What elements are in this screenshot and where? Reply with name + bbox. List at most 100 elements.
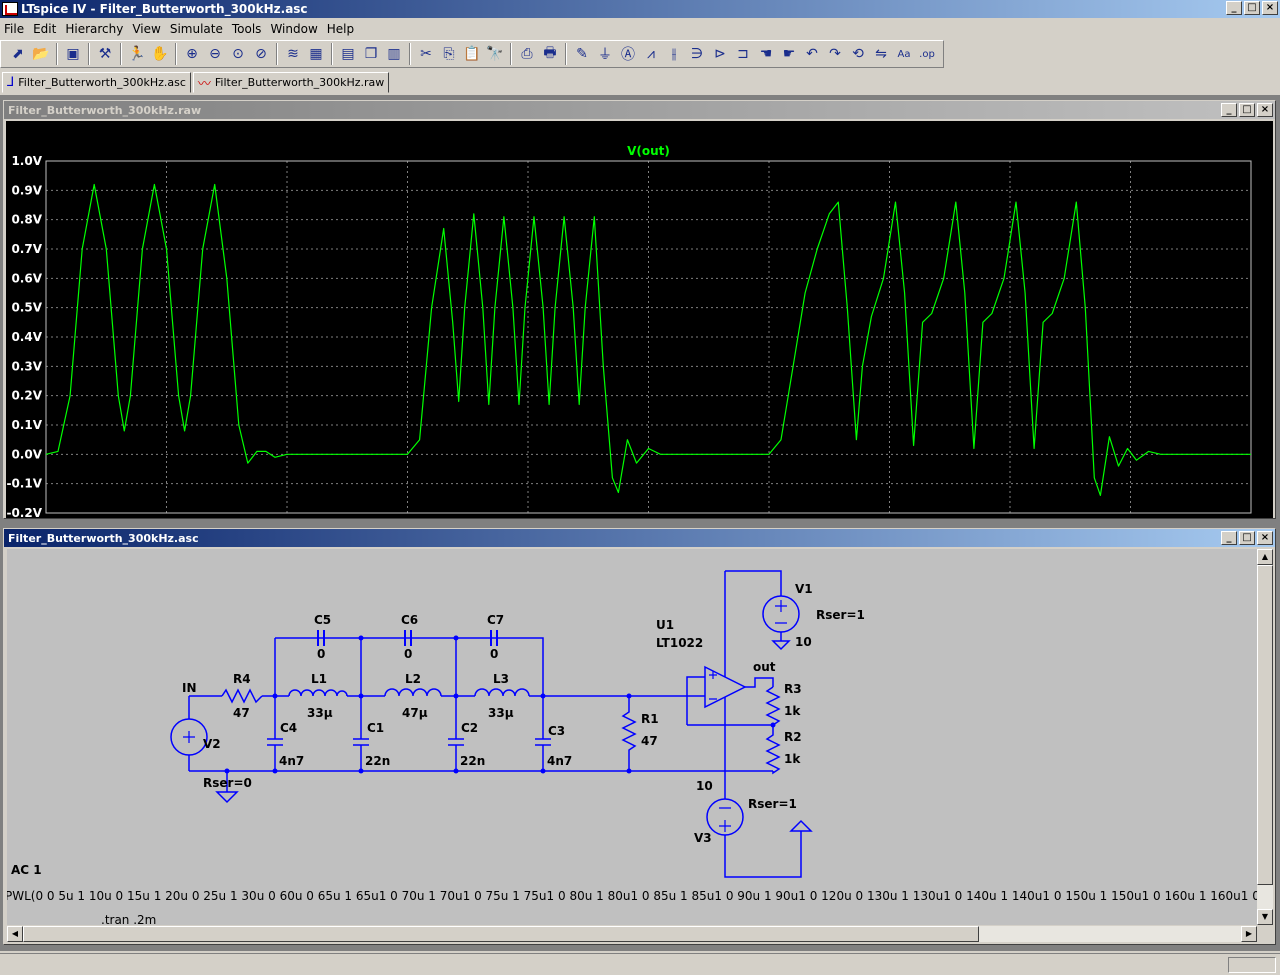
menu-view[interactable]: View [132, 22, 160, 36]
label-c3: C3 [548, 724, 565, 738]
ground-icon[interactable]: ⏚ [594, 43, 616, 65]
tile-vertical-icon[interactable]: ▥ [383, 43, 405, 65]
schematic-maximize-button[interactable]: □ [1239, 531, 1255, 545]
zoom-in-icon[interactable]: ⊕ [181, 43, 203, 65]
zoom-cancel-icon[interactable]: ⊘ [250, 43, 272, 65]
app-maximize-button[interactable]: □ [1244, 1, 1260, 15]
cut-icon[interactable]: ✂ [415, 43, 437, 65]
r4-resistor-symbol[interactable] [221, 688, 263, 704]
y-tick-label: 1.0V [11, 154, 42, 168]
r1-resistor-symbol[interactable] [621, 696, 637, 771]
autorange-icon[interactable]: ≋ [282, 43, 304, 65]
print-setup-icon[interactable]: ⎙ [516, 43, 538, 65]
vertical-scroll-thumb[interactable] [1257, 565, 1273, 885]
label-u1: U1 [656, 618, 674, 632]
resistor-icon[interactable]: ⩘ [640, 43, 662, 65]
label-l3: L3 [493, 672, 509, 686]
drag-icon[interactable]: ☛ [778, 43, 800, 65]
schematic-close-button[interactable]: × [1257, 531, 1273, 545]
move-icon[interactable]: ☚ [755, 43, 777, 65]
capacitor-icon[interactable]: ⫲ [663, 43, 685, 65]
main-toolbar: ⬈ 📂 ▣ ⚒ 🏃 ✋ ⊕ ⊖ ⊙ ⊘ ≋ ▦ ▤ ❐ ▥ ✂ ⎘ 📋 🔭 ⎙ 🖶 ✎ ⏚ Ⓐ ⩘ ⫲ ∋ ⊳ ⊐ ☚ ☛ ↶ ↷ ⟲ ⇋ Aa .op [0, 40, 944, 68]
menu-hierarchy[interactable]: Hierarchy [65, 22, 123, 36]
zoom-fit-icon[interactable]: ⊙ [227, 43, 249, 65]
redo-icon[interactable]: ↷ [824, 43, 846, 65]
undo-icon[interactable]: ↶ [801, 43, 823, 65]
menu-help[interactable]: Help [327, 22, 354, 36]
horizontal-scroll-thumb[interactable] [23, 926, 979, 942]
waveform-minimize-button[interactable]: _ [1221, 103, 1237, 117]
halt-icon[interactable]: ✋ [149, 43, 171, 65]
schematic-drawing[interactable]: IN R4 47 V2 Rser=0 L1 33µ L2 47µ L3 33µ … [7, 549, 1257, 925]
directive-ac[interactable]: AC 1 [11, 863, 42, 877]
menu-edit[interactable]: Edit [33, 22, 56, 36]
waveform-icon: 〰 [197, 77, 211, 92]
diode-icon[interactable]: ⊳ [709, 43, 731, 65]
print-icon[interactable]: 🖶 [539, 43, 561, 65]
app-close-button[interactable]: × [1262, 1, 1278, 15]
menu-file[interactable]: File [4, 22, 24, 36]
scroll-down-icon[interactable]: ▼ [1257, 909, 1273, 925]
l3-inductor-symbol[interactable] [474, 688, 530, 697]
scroll-up-icon[interactable]: ▲ [1257, 549, 1273, 565]
v1-polarity-icon [775, 600, 787, 624]
grid-icon[interactable]: ▦ [305, 43, 327, 65]
y-tick-label: 0.3V [11, 359, 42, 373]
r2-resistor-symbol[interactable] [765, 725, 781, 775]
l1-inductor-symbol[interactable] [288, 689, 348, 697]
run-icon[interactable]: 🏃 [126, 43, 148, 65]
menu-window[interactable]: Window [270, 22, 317, 36]
cascade-icon[interactable]: ❐ [360, 43, 382, 65]
zoom-out-icon[interactable]: ⊖ [204, 43, 226, 65]
menu-tools[interactable]: Tools [232, 22, 262, 36]
app-minimize-button[interactable]: _ [1226, 1, 1242, 15]
inductor-icon[interactable]: ∋ [686, 43, 708, 65]
schematic-vertical-scrollbar[interactable]: ▲ ▼ [1257, 549, 1273, 925]
menu-simulate[interactable]: Simulate [170, 22, 223, 36]
waveform-window: Filter_Butterworth_300kHz.raw _ □ × 0µs2… [3, 100, 1276, 532]
schematic-minimize-button[interactable]: _ [1221, 531, 1237, 545]
component-icon[interactable]: ⊐ [732, 43, 754, 65]
label-r3: R3 [784, 682, 802, 696]
directive-pwl[interactable]: PWL(0 0 5u 1 10u 0 15u 1 20u 0 25u 1 30u… [7, 889, 1257, 903]
y-tick-label: 0.8V [11, 213, 42, 227]
y-tick-label: -0.2V [6, 506, 42, 518]
control-panel-icon[interactable]: ⚒ [94, 43, 116, 65]
toolbar-separator [120, 43, 122, 65]
tab-waveform[interactable]: 〰 Filter_Butterworth_300kHz.raw [192, 72, 390, 93]
text-icon[interactable]: Aa [893, 43, 915, 65]
scroll-left-icon[interactable]: ◀ [7, 926, 23, 942]
new-schematic-icon[interactable]: ⬈ [7, 43, 29, 65]
toolbar-separator [331, 43, 333, 65]
v1-ground-icon [771, 640, 791, 651]
find-icon[interactable]: 🔭 [484, 43, 506, 65]
waveform-maximize-button[interactable]: □ [1239, 103, 1255, 117]
scroll-right-icon[interactable]: ▶ [1241, 926, 1257, 942]
schematic-horizontal-scrollbar[interactable]: ◀ ▶ [7, 926, 1257, 942]
label-icon[interactable]: Ⓐ [617, 43, 639, 65]
app-titlebar: LTspice IV - Filter_Butterworth_300kHz.a… [0, 0, 1280, 18]
waveform-window-titlebar[interactable]: Filter_Butterworth_300kHz.raw _ □ × [4, 101, 1275, 119]
label-c5: C5 [314, 613, 331, 627]
copy-icon[interactable]: ⎘ [438, 43, 460, 65]
mirror-icon[interactable]: ⇋ [870, 43, 892, 65]
l2-inductor-symbol[interactable] [384, 688, 442, 697]
save-icon[interactable]: ▣ [62, 43, 84, 65]
schematic-window-titlebar[interactable]: Filter_Butterworth_300kHz.asc _ □ × [4, 529, 1275, 547]
tab-schematic[interactable]: ⅃ Filter_Butterworth_300kHz.asc [2, 72, 191, 93]
rotate-icon[interactable]: ⟲ [847, 43, 869, 65]
waveform-close-button[interactable]: × [1257, 103, 1273, 117]
r3-resistor-symbol[interactable] [765, 686, 781, 726]
wire-icon[interactable]: ✎ [571, 43, 593, 65]
y-tick-label: 0.6V [11, 271, 42, 285]
spice-directive-icon[interactable]: .op [916, 43, 938, 65]
paste-icon[interactable]: 📋 [461, 43, 483, 65]
open-icon[interactable]: 📂 [30, 43, 52, 65]
label-c6: C6 [401, 613, 418, 627]
value-v3: 10 [696, 779, 713, 793]
directive-tran[interactable]: .tran .2m [101, 913, 156, 925]
waveform-plot-area[interactable]: 0µs20µs40µs60µs80µs100µs120µs140µs160µs1… [6, 121, 1273, 532]
waveform-chart[interactable]: 0µs20µs40µs60µs80µs100µs120µs140µs160µs1… [6, 121, 1273, 532]
schematic-canvas[interactable]: IN R4 47 V2 Rser=0 L1 33µ L2 47µ L3 33µ … [7, 549, 1257, 925]
tile-horizontal-icon[interactable]: ▤ [337, 43, 359, 65]
